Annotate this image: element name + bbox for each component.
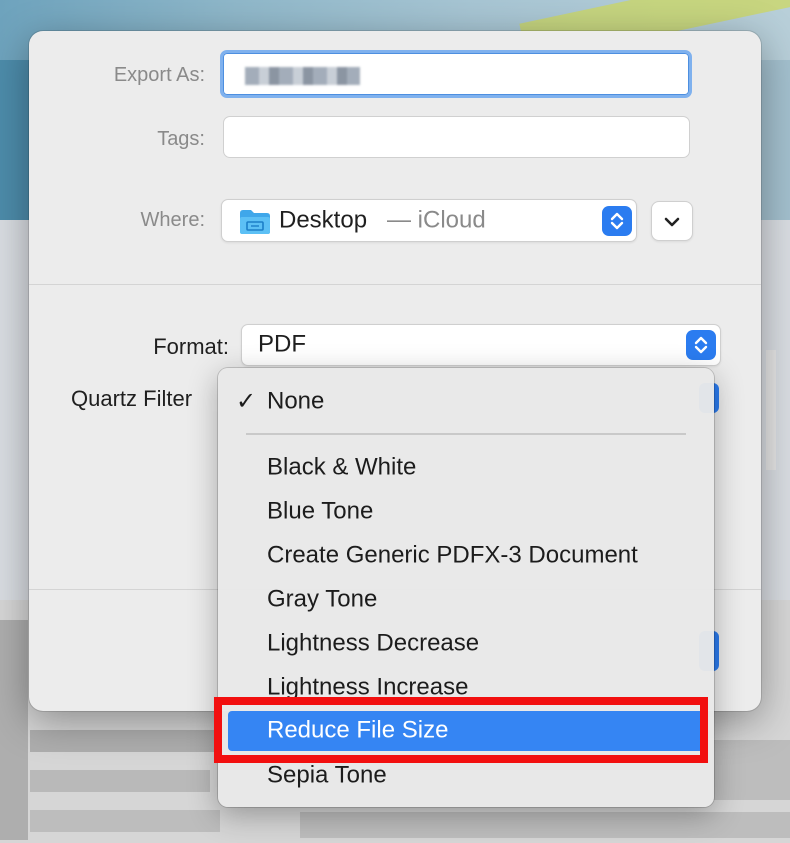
where-location: Desktop xyxy=(279,205,368,233)
menu-item-label: Blue Tone xyxy=(267,497,374,525)
where-cloud: — iCloud xyxy=(387,205,486,233)
menu-item-label: Lightness Decrease xyxy=(267,629,480,657)
chevron-updown-icon xyxy=(694,336,708,354)
folder-icon xyxy=(240,210,270,234)
menu-item-label: Gray Tone xyxy=(267,585,378,613)
filename-redacted xyxy=(245,67,360,85)
chevron-updown-icon xyxy=(610,212,624,229)
chevron-down-icon xyxy=(664,217,680,227)
quartz-filter-label: Quartz Filter xyxy=(71,386,193,411)
highlight-annotation xyxy=(214,697,708,763)
background-blob xyxy=(0,60,30,220)
menu-divider xyxy=(246,433,686,435)
export-as-field[interactable] xyxy=(220,50,692,98)
export-as-label: Export As: xyxy=(113,64,205,86)
background-blob xyxy=(30,770,210,792)
checkmark-icon: ✓ xyxy=(236,387,257,415)
background-blob xyxy=(0,620,28,840)
menu-item-label: Create Generic PDFX-3 Document xyxy=(267,541,638,569)
background-blob xyxy=(30,810,220,832)
tags-label: Tags: xyxy=(157,128,205,150)
tags-field[interactable] xyxy=(223,116,690,158)
background-blob xyxy=(760,60,790,220)
background-blob xyxy=(30,730,220,752)
format-popup[interactable]: PDF xyxy=(241,324,721,366)
expand-dialog-button[interactable] xyxy=(651,201,693,241)
where-stepper[interactable] xyxy=(602,205,632,236)
menu-item-none[interactable]: ✓ None xyxy=(228,382,704,422)
where-label: Where: xyxy=(140,209,205,231)
menu-item-label: Black & White xyxy=(267,453,417,481)
menu-item-gray-tone[interactable]: Gray Tone xyxy=(228,580,704,620)
format-stepper[interactable] xyxy=(686,330,716,360)
menu-item-label: Sepia Tone xyxy=(267,761,387,789)
section-divider xyxy=(29,284,761,285)
format-label: Format: xyxy=(153,334,229,359)
menu-item-pdfx3[interactable]: Create Generic PDFX-3 Document xyxy=(228,536,704,576)
menu-item-blue-tone[interactable]: Blue Tone xyxy=(228,492,704,532)
where-popup[interactable]: Desktop — iCloud xyxy=(221,199,637,242)
menu-item-lightness-decrease[interactable]: Lightness Decrease xyxy=(228,624,704,664)
background-blob xyxy=(766,350,776,470)
menu-item-label: None xyxy=(267,387,325,415)
background-blob xyxy=(712,740,790,800)
menu-item-black-white[interactable]: Black & White xyxy=(228,448,704,488)
background-blob xyxy=(300,812,790,838)
format-value: PDF xyxy=(258,330,306,358)
